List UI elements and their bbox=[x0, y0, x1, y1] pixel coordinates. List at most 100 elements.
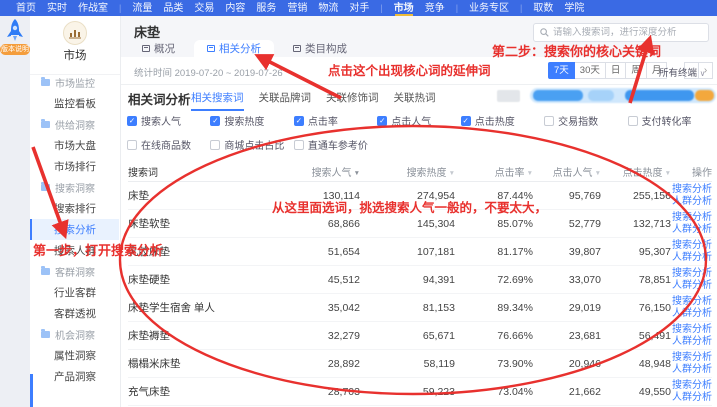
value-cell: 56,491 bbox=[601, 330, 671, 342]
nav-item-学院[interactable]: 学院 bbox=[564, 0, 584, 16]
date-button-周[interactable]: 周 bbox=[625, 62, 647, 79]
value-cell: 39,807 bbox=[533, 246, 601, 258]
action-link-搜索分析[interactable]: 搜索分析 bbox=[671, 352, 712, 364]
sidebar-item-搜索人群[interactable]: 搜索人群 bbox=[30, 240, 119, 261]
search-word-cell[interactable]: 床垫软垫 bbox=[128, 216, 228, 231]
search-word-cell[interactable]: 充气床垫 bbox=[128, 384, 228, 399]
sidebar-item-市场大盘[interactable]: 市场大盘 bbox=[30, 135, 119, 156]
table-header-点击热度[interactable]: 点击热度▼ bbox=[601, 164, 671, 179]
nav-item-作战室[interactable]: 作战室 bbox=[78, 0, 108, 16]
search-word-cell[interactable]: 床垫褥垫 bbox=[128, 328, 228, 343]
section-tab-相关搜索词[interactable]: 相关搜索词 bbox=[191, 90, 244, 111]
nav-item-实时[interactable]: 实时 bbox=[47, 0, 67, 16]
date-button-30天[interactable]: 30天 bbox=[574, 62, 606, 79]
page-tab-类目构成[interactable]: 类目构成 bbox=[280, 40, 360, 57]
metric-checkbox-点击热度[interactable]: ✓点击热度 bbox=[461, 113, 544, 128]
action-cell: 搜索分析人群分析 bbox=[671, 296, 712, 319]
nav-item-品类[interactable]: 品类 bbox=[163, 0, 183, 16]
action-link-人群分析[interactable]: 人群分析 bbox=[671, 336, 712, 348]
table-header-点击人气[interactable]: 点击人气▼ bbox=[533, 164, 601, 179]
related-words-table: 搜索词搜索人气▼搜索热度▼点击率▼点击人气▼点击热度▼操作床垫130,11427… bbox=[128, 162, 712, 406]
sidebar-section-label: 客群洞察 bbox=[55, 264, 95, 279]
action-link-人群分析[interactable]: 人群分析 bbox=[671, 224, 712, 236]
nav-item-业务专区[interactable]: 业务专区 bbox=[469, 0, 509, 16]
keyword-search-box[interactable] bbox=[533, 23, 709, 42]
version-badge[interactable]: 版本说明 bbox=[0, 44, 30, 55]
action-link-搜索分析[interactable]: 搜索分析 bbox=[671, 184, 712, 196]
search-word-cell[interactable]: 乳胶床垫 bbox=[128, 244, 228, 259]
metric-checkbox-搜索人气[interactable]: ✓搜索人气 bbox=[127, 113, 210, 128]
nav-item-取数[interactable]: 取数 bbox=[533, 0, 553, 16]
metric-checkbox-在线商品数[interactable]: 在线商品数 bbox=[127, 137, 210, 152]
table-header-搜索人气[interactable]: 搜索人气▼ bbox=[228, 164, 360, 179]
sidebar-scrollbar[interactable] bbox=[30, 374, 33, 407]
action-link-人群分析[interactable]: 人群分析 bbox=[671, 364, 712, 376]
sidebar-item-市场排行[interactable]: 市场排行 bbox=[30, 156, 119, 177]
action-link-人群分析[interactable]: 人群分析 bbox=[671, 308, 712, 320]
nav-item-流量[interactable]: 流量 bbox=[132, 0, 152, 16]
sidebar-item-客群透视[interactable]: 客群透视 bbox=[30, 303, 119, 324]
metric-checkbox-点击率[interactable]: ✓点击率 bbox=[294, 113, 377, 128]
search-word-cell[interactable]: 床垫 bbox=[128, 188, 228, 203]
action-cell: 搜索分析人群分析 bbox=[671, 268, 712, 291]
nav-item-市场[interactable]: 市场 bbox=[394, 0, 414, 16]
metric-label: 点击人气 bbox=[391, 113, 431, 128]
search-input[interactable] bbox=[553, 27, 702, 38]
metric-checkbox-搜索热度[interactable]: ✓搜索热度 bbox=[210, 113, 293, 128]
search-word-cell[interactable]: 榻榻米床垫 bbox=[128, 356, 228, 371]
nav-item-营销[interactable]: 营销 bbox=[287, 0, 307, 16]
action-link-搜索分析[interactable]: 搜索分析 bbox=[671, 240, 712, 252]
nav-item-服务[interactable]: 服务 bbox=[256, 0, 276, 16]
page-tab-概况[interactable]: 概况 bbox=[129, 40, 188, 57]
action-link-人群分析[interactable]: 人群分析 bbox=[671, 252, 712, 264]
date-button-日[interactable]: 日 bbox=[605, 62, 627, 79]
action-link-搜索分析[interactable]: 搜索分析 bbox=[671, 324, 712, 336]
action-link-搜索分析[interactable]: 搜索分析 bbox=[671, 212, 712, 224]
nav-item-首页[interactable]: 首页 bbox=[16, 0, 36, 16]
sidebar-item-产品洞察[interactable]: 产品洞察 bbox=[30, 366, 119, 387]
sidebar-item-属性洞察[interactable]: 属性洞察 bbox=[30, 345, 119, 366]
value-cell: 21,662 bbox=[533, 386, 601, 398]
promo-banner-blurred[interactable] bbox=[530, 88, 716, 103]
sidebar-item-监控看板[interactable]: 监控看板 bbox=[30, 93, 119, 114]
sidebar-menu: 市场监控监控看板供给洞察市场大盘市场排行搜索洞察搜索排行搜索分析搜索人群客群洞察… bbox=[30, 72, 119, 387]
table-header-搜索热度[interactable]: 搜索热度▼ bbox=[360, 164, 455, 179]
sidebar-item-搜索分析[interactable]: 搜索分析 bbox=[30, 219, 119, 240]
nav-item-竞争[interactable]: 竞争 bbox=[425, 0, 445, 16]
sidebar-item-行业客群[interactable]: 行业客群 bbox=[30, 282, 119, 303]
page-tab-相关分析[interactable]: 相关分析 bbox=[194, 40, 274, 57]
header-label: 操作 bbox=[692, 168, 712, 179]
value-cell: 76.66% bbox=[455, 330, 533, 342]
section-tab-关联热词[interactable]: 关联热词 bbox=[394, 90, 436, 111]
search-word-cell[interactable]: 床垫学生宿舍 单人 bbox=[128, 300, 228, 315]
table-row: 榻榻米床垫28,89258,11973.90%20,94648,948搜索分析人… bbox=[128, 350, 712, 378]
checkbox-icon: ✓ bbox=[377, 116, 387, 126]
nav-item-对手[interactable]: 对手 bbox=[349, 0, 369, 16]
action-link-人群分析[interactable]: 人群分析 bbox=[671, 196, 712, 208]
table-row: 乳胶床垫51,654107,18181.17%39,80795,307搜索分析人… bbox=[128, 238, 712, 266]
metric-checkbox-点击人气[interactable]: ✓ 点击人气 bbox=[377, 113, 460, 128]
checkbox-icon bbox=[544, 116, 554, 126]
action-link-人群分析[interactable]: 人群分析 bbox=[671, 280, 712, 292]
action-link-搜索分析[interactable]: 搜索分析 bbox=[671, 380, 712, 392]
action-link-人群分析[interactable]: 人群分析 bbox=[671, 392, 712, 404]
metric-checkbox-商城点击占比[interactable]: 商城点击占比 bbox=[210, 137, 293, 152]
nav-item-交易[interactable]: 交易 bbox=[194, 0, 214, 16]
search-word-cell[interactable]: 床垫硬垫 bbox=[128, 272, 228, 287]
page-title: 床垫 bbox=[134, 22, 160, 41]
date-button-7天[interactable]: 7天 bbox=[548, 62, 575, 79]
nav-item-物流[interactable]: 物流 bbox=[318, 0, 338, 16]
section-tab-关联品牌词[interactable]: 关联品牌词 bbox=[259, 90, 312, 111]
section-tab-关联修饰词[interactable]: 关联修饰词 bbox=[326, 90, 379, 111]
folder-icon bbox=[41, 184, 50, 191]
table-header-点击率[interactable]: 点击率▼ bbox=[455, 164, 533, 179]
metric-checkbox-支付转化率[interactable]: 支付转化率 bbox=[628, 113, 711, 128]
sidebar-item-搜索排行[interactable]: 搜索排行 bbox=[30, 198, 119, 219]
terminal-filter[interactable]: 所有终端 ∨ bbox=[659, 65, 706, 79]
nav-item-内容[interactable]: 内容 bbox=[225, 0, 245, 16]
action-link-搜索分析[interactable]: 搜索分析 bbox=[671, 296, 712, 308]
metric-checkbox-直通车参考价[interactable]: 直通车参考价 bbox=[294, 137, 377, 152]
metric-checkbox-交易指数[interactable]: 交易指数 bbox=[544, 113, 627, 128]
action-link-搜索分析[interactable]: 搜索分析 bbox=[671, 268, 712, 280]
table-row: 床垫硬垫45,51294,39172.69%33,07078,851搜索分析人群… bbox=[128, 266, 712, 294]
